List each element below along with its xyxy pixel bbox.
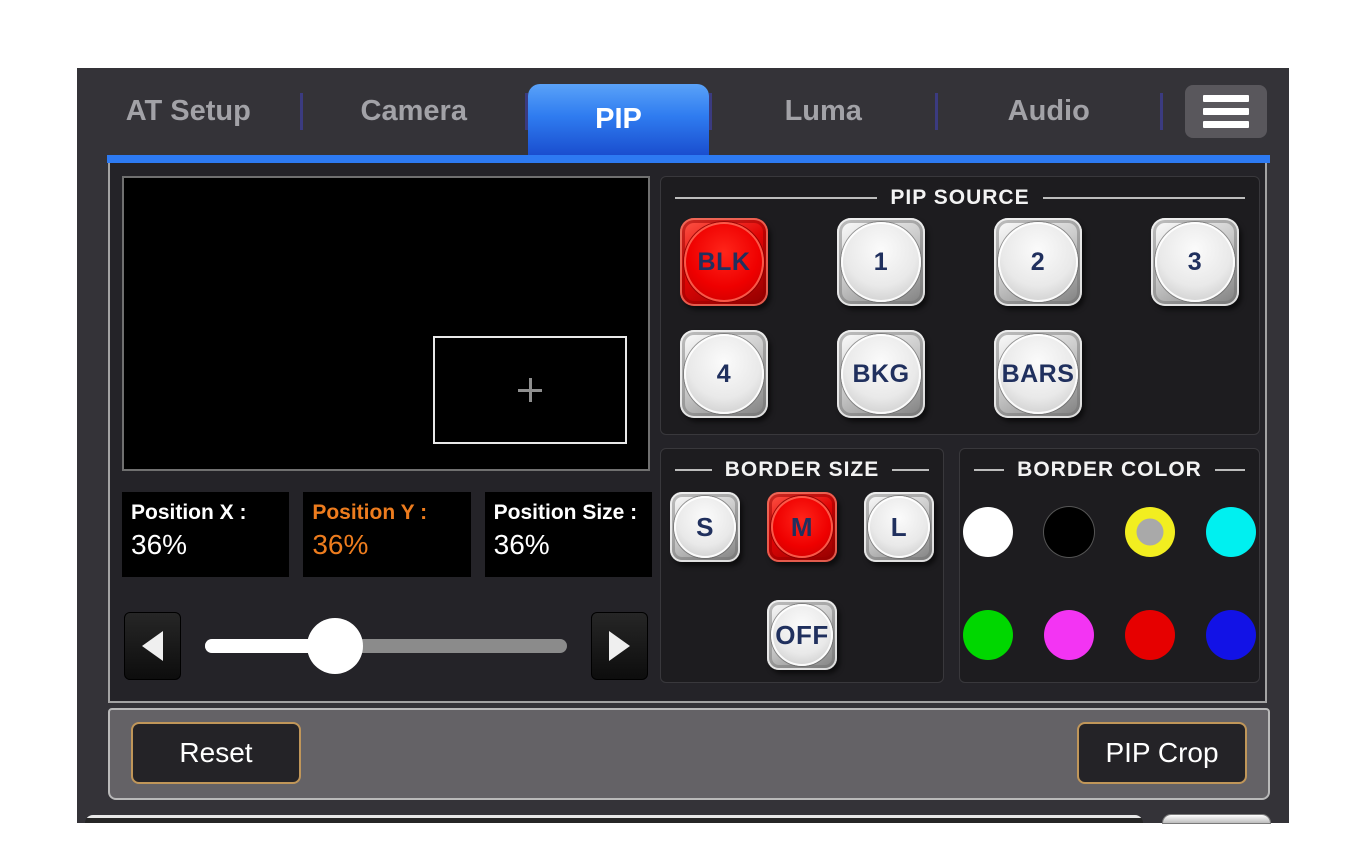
button-label: S [696,512,714,543]
position-x-value: 36% [131,527,285,563]
menu-button-area [1163,68,1289,155]
position-size-readout: Position Size :36% [485,492,652,577]
position-y-label: Position Y : [312,499,466,527]
border-color-red[interactable] [1125,610,1175,660]
active-tab-underline [107,155,1270,163]
border-size-s-button[interactable]: S [670,492,740,562]
border-color-green[interactable] [963,610,1013,660]
source-3-button[interactable]: 3 [1151,218,1239,306]
hamburger-menu-icon [1203,121,1249,128]
border-color-cyan[interactable] [1206,507,1256,557]
button-label: BLK [698,248,751,277]
legend-line [675,197,877,199]
source-blk-button[interactable]: BLK [680,218,768,306]
border-size-title: BORDER SIZE [725,458,880,482]
border-color-section: BORDER COLOR [959,448,1260,683]
legend-line [1215,469,1245,471]
border-color-white[interactable] [963,507,1013,557]
legend-line [675,469,712,471]
source-bkg-button[interactable]: BKG [837,330,925,418]
border-size-l-button[interactable]: L [864,492,934,562]
pip-preview[interactable] [122,176,650,471]
selected-color-indicator [1137,519,1164,546]
position-x-label: Position X : [131,499,285,527]
right-arrow-icon [609,631,630,661]
hamburger-menu-icon [1203,108,1249,115]
pip-source-section: PIP SOURCE BLK 1 2 3 4 BKG BARS [660,176,1260,435]
button-label: BARS [1002,360,1075,389]
pip-control-panel: AT SetupCameraPIPLumaAudio Position X :3… [77,68,1289,823]
app-screen: AT SetupCameraPIPLumaAudio Position X :3… [0,0,1356,850]
left-arrow-icon [142,631,163,661]
slider-decrement-button[interactable] [124,612,181,680]
source-bars-button[interactable]: BARS [994,330,1082,418]
pip-settings-area: Position X :36%Position Y :36%Position S… [108,163,1267,703]
pip-position-rectangle[interactable] [433,336,627,444]
button-label: 3 [1188,248,1202,277]
position-x-readout: Position X :36% [122,492,289,577]
tab-list: AT SetupCameraPIPLumaAudio [77,68,1163,155]
next-panel-button-edge [1163,815,1270,823]
border-size-buttons-row2: OFF [661,600,943,670]
border-color-blue[interactable] [1206,610,1256,660]
slider-thumb[interactable] [307,618,363,674]
tab-luma[interactable]: Luma [712,68,935,155]
border-color-swatches [963,507,1256,660]
position-slider[interactable] [205,639,567,653]
legend-line [892,469,929,471]
tab-pip[interactable]: PIP [528,84,709,155]
button-label: 1 [874,248,888,277]
button-label: M [791,512,813,543]
slider-increment-button[interactable] [591,612,648,680]
hamburger-menu-icon [1203,95,1249,102]
position-y-value: 36% [312,527,466,563]
legend-line [974,469,1004,471]
tab-at-setup[interactable]: AT Setup [77,68,300,155]
position-size-value: 36% [494,527,648,563]
tab-camera[interactable]: Camera [303,68,526,155]
source-1-button[interactable]: 1 [837,218,925,306]
menu-button[interactable] [1185,85,1267,138]
tab-bar: AT SetupCameraPIPLumaAudio [77,68,1289,155]
pip-source-buttons: BLK 1 2 3 4 BKG BARS [680,218,1259,418]
position-readouts: Position X :36%Position Y :36%Position S… [122,492,652,577]
border-size-m-button[interactable]: M [767,492,837,562]
pip-crop-button[interactable]: PIP Crop [1077,722,1247,784]
border-color-black[interactable] [1044,507,1094,557]
pip-source-legend: PIP SOURCE [675,186,1245,210]
pip-source-title: PIP SOURCE [890,186,1029,210]
button-label: OFF [775,620,829,651]
position-y-readout: Position Y :36% [303,492,470,577]
footer-bar: Reset PIP Crop [108,708,1270,800]
position-size-label: Position Size : [494,499,648,527]
button-label: 4 [717,360,731,389]
tab-audio[interactable]: Audio [938,68,1161,155]
reset-button[interactable]: Reset [131,722,301,784]
border-color-yellow[interactable] [1125,507,1175,557]
legend-line [1043,197,1245,199]
border-size-off-button[interactable]: OFF [767,600,837,670]
border-color-title: BORDER COLOR [1017,458,1202,482]
source-4-button[interactable]: 4 [680,330,768,418]
border-color-legend: BORDER COLOR [974,458,1245,482]
border-size-section: BORDER SIZE S M L OFF [660,448,944,683]
source-2-button[interactable]: 2 [994,218,1082,306]
next-panel-top-edge [85,815,1143,823]
crosshair-icon [518,378,542,402]
button-label: 2 [1031,248,1045,277]
position-slider-row [124,611,648,681]
button-label: BKG [852,360,909,389]
border-size-buttons-row1: SML [661,492,943,562]
border-color-magenta[interactable] [1044,610,1094,660]
button-label: L [891,512,907,543]
border-size-legend: BORDER SIZE [675,458,929,482]
